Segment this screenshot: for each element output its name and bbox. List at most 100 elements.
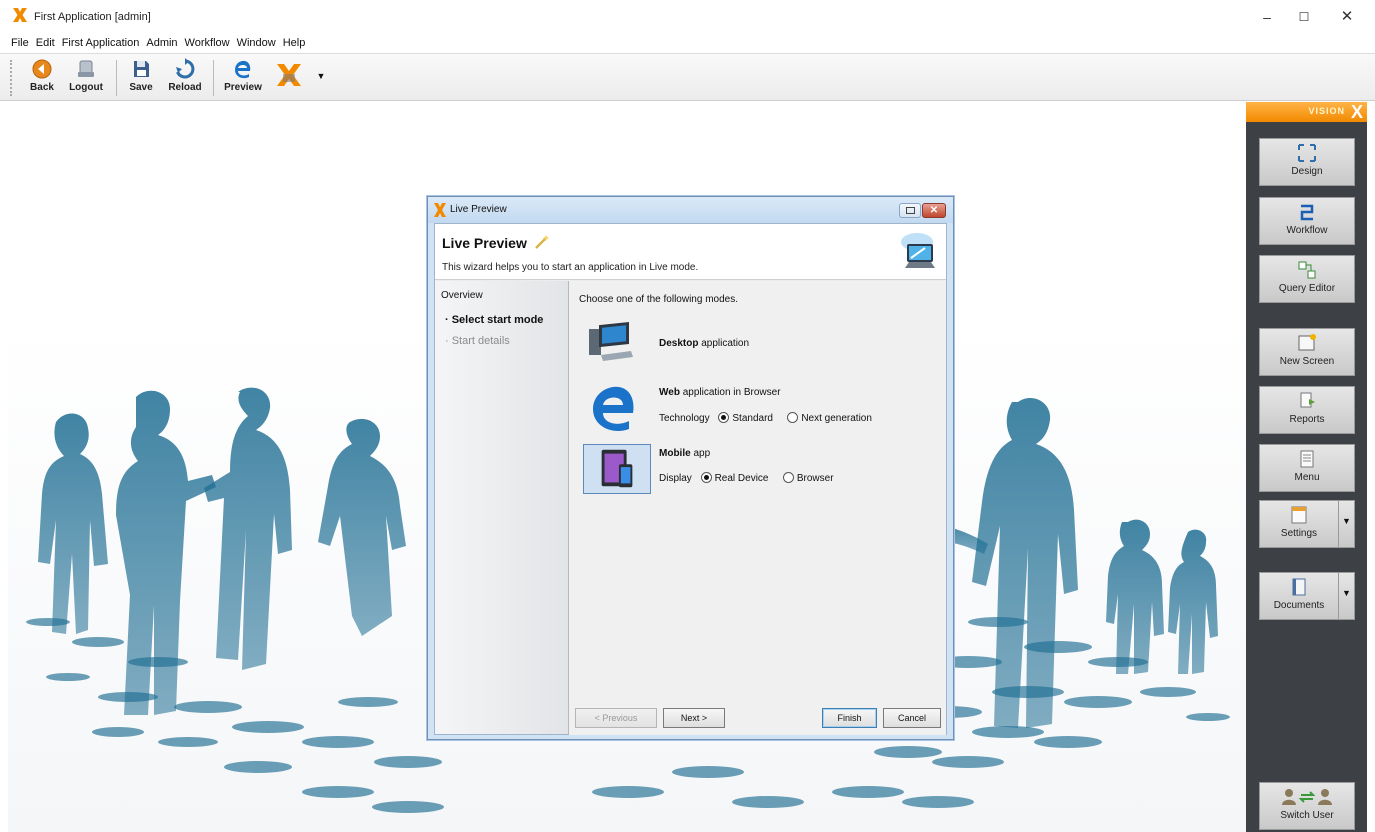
visionx-brand: VISION X <box>1246 102 1367 122</box>
design-button[interactable]: Design <box>1259 138 1355 186</box>
web-mode-title[interactable]: Web application in Browser <box>659 387 781 398</box>
back-label: Back <box>30 82 54 93</box>
design-label: Design <box>1291 166 1323 177</box>
wizard-subtitle: This wizard helps you to start an applic… <box>442 262 699 273</box>
edge-browser-icon <box>235 60 251 79</box>
mobile-mode-bold: Mobile <box>659 448 691 459</box>
live-preview-monitor-icon <box>901 233 935 268</box>
display-label: Display <box>659 473 692 484</box>
previous-button[interactable]: < Previous <box>575 708 657 728</box>
dialog-close-button[interactable]: ✕ <box>922 203 946 218</box>
save-label: Save <box>129 82 153 93</box>
technology-standard-label[interactable]: Standard <box>732 413 773 424</box>
query-editor-button[interactable]: Query Editor <box>1259 255 1355 303</box>
menu-admin[interactable]: Admin <box>143 33 180 53</box>
query-editor-label: Query Editor <box>1278 283 1336 294</box>
brand-x-logo: X <box>1350 102 1363 122</box>
logout-icon <box>78 60 94 77</box>
dialog-logo-icon <box>434 203 446 217</box>
step-start-details: · Start details <box>445 335 510 347</box>
reports-icon <box>1300 392 1315 408</box>
right-tool-panel: VISION X Design Workflow Query Editor Ne… <box>1246 102 1367 832</box>
display-real-device-radio[interactable] <box>700 472 712 483</box>
logout-label: Logout <box>69 82 103 93</box>
new-screen-label: New Screen <box>1279 356 1335 367</box>
menu-button[interactable]: Menu <box>1259 444 1355 492</box>
mobile-app-icon[interactable] <box>583 444 651 494</box>
toolbar-dropdown-arrow[interactable]: ▼ <box>314 56 328 100</box>
dialog-window-title: Live Preview <box>450 204 507 215</box>
wizard-button-bar: < Previous Next > Finish Cancel <box>569 703 946 735</box>
save-button[interactable]: Save <box>124 56 158 100</box>
menu-first-application[interactable]: First Application <box>59 33 143 53</box>
design-icon <box>1298 144 1316 162</box>
web-technology-options: Technology Standard Next generation <box>659 412 872 424</box>
brand-text: VISION <box>1308 106 1345 116</box>
visionx-menu-button[interactable] <box>272 56 306 100</box>
settings-dropdown-arrow[interactable]: ▼ <box>1339 500 1355 548</box>
dialog-title-bar: Live Preview ✕ <box>428 197 953 223</box>
switch-user-icon <box>1282 789 1332 805</box>
edge-browser-icon[interactable] <box>583 383 645 433</box>
menu-help[interactable]: Help <box>280 33 309 53</box>
live-preview-dialog: Live Preview ✕ Live Preview This wizard … <box>427 196 954 740</box>
workflow-button[interactable]: Workflow <box>1259 197 1355 245</box>
desktop-mode-title[interactable]: Desktop application <box>659 338 749 349</box>
technology-label: Technology <box>659 413 710 424</box>
mobile-mode-title[interactable]: Mobile app <box>659 448 710 459</box>
documents-dropdown-arrow[interactable]: ▼ <box>1339 572 1355 620</box>
window-title: First Application [admin] <box>34 11 151 23</box>
menu-icon <box>1300 450 1314 468</box>
maximize-button[interactable]: ☐ <box>1282 4 1326 30</box>
reports-button[interactable]: Reports <box>1259 386 1355 434</box>
settings-label: Settings <box>1280 528 1318 539</box>
close-button[interactable]: ✕ <box>1325 4 1369 30</box>
desktop-mode-bold: Desktop <box>659 338 699 349</box>
settings-icon <box>1291 506 1307 524</box>
save-icon <box>134 61 149 77</box>
workflow-label: Workflow <box>1286 225 1328 236</box>
preview-button[interactable]: Preview <box>220 56 266 100</box>
menu-workflow[interactable]: Workflow <box>182 33 233 53</box>
choose-mode-instruction: Choose one of the following modes. <box>579 294 738 305</box>
settings-button[interactable]: Settings <box>1259 500 1339 548</box>
menu-bar: File Edit First Application Admin Workflow Wi… <box>0 33 1375 53</box>
mobile-mode-rest: app <box>690 448 711 459</box>
title-bar: First Application [admin] – ☐ ✕ <box>0 0 1375 33</box>
menu-file[interactable]: File <box>8 33 32 53</box>
mobile-display-options: Display Real Device Browser <box>659 472 834 484</box>
display-browser-radio[interactable] <box>782 472 794 483</box>
web-mode-bold: Web <box>659 387 680 398</box>
back-button[interactable]: Back <box>24 56 60 100</box>
web-mode-rest: application in Browser <box>679 387 781 398</box>
technology-next-generation-radio[interactable] <box>787 412 799 423</box>
preview-label: Preview <box>224 82 262 93</box>
toolbar-separator <box>116 60 117 96</box>
back-icon <box>32 59 52 79</box>
switch-user-label: Switch User <box>1280 810 1334 821</box>
app-logo-icon <box>13 8 27 22</box>
documents-icon <box>1292 578 1306 596</box>
technology-next-generation-label[interactable]: Next generation <box>801 413 872 424</box>
menu-window[interactable]: Window <box>234 33 279 53</box>
next-button[interactable]: Next > <box>663 708 725 728</box>
reports-label: Reports <box>1289 414 1325 425</box>
steps-overview-label: Overview <box>441 290 483 301</box>
display-real-device-label[interactable]: Real Device <box>715 473 769 484</box>
desktop-application-icon[interactable] <box>581 319 643 369</box>
query-editor-icon <box>1298 261 1316 279</box>
dialog-body: Live Preview This wizard helps you to st… <box>434 223 947 735</box>
switch-user-button[interactable]: Switch User <box>1259 782 1355 830</box>
dialog-restore-button[interactable] <box>899 203 921 218</box>
new-screen-button[interactable]: New Screen <box>1259 328 1355 376</box>
desktop-mode-rest: application <box>698 338 750 349</box>
finish-button[interactable]: Finish <box>822 708 877 728</box>
menu-edit[interactable]: Edit <box>33 33 58 53</box>
cancel-button[interactable]: Cancel <box>883 708 941 728</box>
logout-button[interactable]: Logout <box>64 56 108 100</box>
technology-standard-radio[interactable] <box>718 412 730 423</box>
reload-button[interactable]: Reload <box>164 56 206 100</box>
documents-button[interactable]: Documents <box>1259 572 1339 620</box>
display-browser-label[interactable]: Browser <box>797 473 834 484</box>
step-select-start-mode: · Select start mode <box>445 314 544 326</box>
